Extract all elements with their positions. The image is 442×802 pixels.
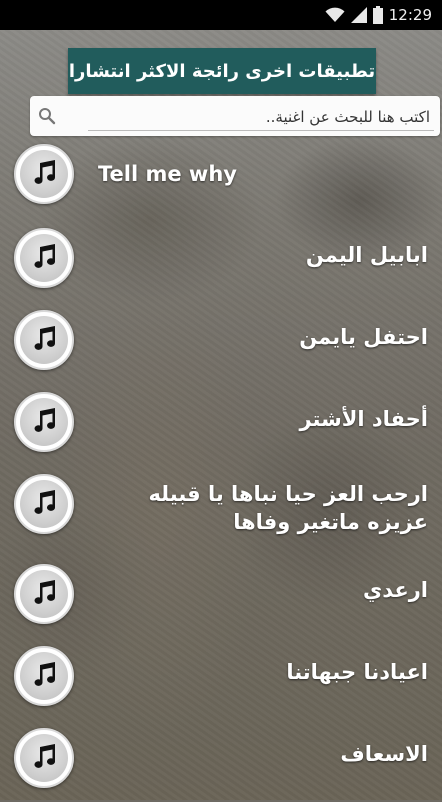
status-bar: 12:29 (0, 0, 442, 30)
music-note-icon (29, 577, 59, 611)
song-title: Tell me why (98, 162, 237, 186)
signal-icon (350, 7, 367, 23)
music-note-icon (29, 741, 59, 775)
song-row[interactable]: Tell me why (0, 132, 442, 214)
song-avatar (14, 228, 74, 288)
battery-icon (372, 6, 383, 24)
song-row[interactable]: ابابيل اليمن (0, 214, 442, 296)
music-note-icon (29, 487, 59, 521)
music-note-icon (29, 405, 59, 439)
song-title: ارحب العز حيا نباها يا قبيله عزيزه ماتغي… (148, 482, 428, 534)
song-row[interactable]: ارحب العز حيا نباها يا قبيله عزيزه ماتغي… (0, 460, 442, 556)
song-row[interactable]: اعيادنا جبهاتنا (0, 638, 442, 720)
music-note-icon (29, 659, 59, 693)
song-row[interactable]: الاسعاف (0, 720, 442, 802)
song-row[interactable]: ارعدي (0, 556, 442, 638)
song-title: ارعدي (362, 578, 428, 602)
search-underline (88, 130, 434, 131)
song-title: احتفل يايمن (299, 325, 428, 349)
song-avatar (14, 474, 74, 534)
song-avatar (14, 310, 74, 370)
song-avatar (14, 646, 74, 706)
wifi-icon (325, 7, 345, 23)
song-row[interactable]: أحفاد الأشتر (0, 378, 442, 460)
search-box[interactable] (30, 96, 440, 136)
search-input[interactable] (60, 102, 432, 132)
status-time: 12:29 (388, 6, 432, 24)
song-title: أحفاد الأشتر (299, 407, 428, 431)
song-title: الاسعاف (340, 742, 428, 766)
search-icon[interactable] (38, 107, 56, 129)
music-note-icon (29, 241, 59, 275)
song-title: اعيادنا جبهاتنا (286, 660, 428, 684)
music-note-icon (29, 323, 59, 357)
music-note-icon (29, 157, 59, 191)
song-row[interactable]: احتفل يايمن (0, 296, 442, 378)
song-avatar (14, 564, 74, 624)
song-avatar (14, 392, 74, 452)
song-title: ابابيل اليمن (305, 243, 428, 267)
other-apps-banner[interactable]: تطبيقات اخرى رائجة الاكثر انتشارا (68, 48, 376, 94)
song-avatar (14, 144, 74, 204)
song-avatar (14, 728, 74, 788)
